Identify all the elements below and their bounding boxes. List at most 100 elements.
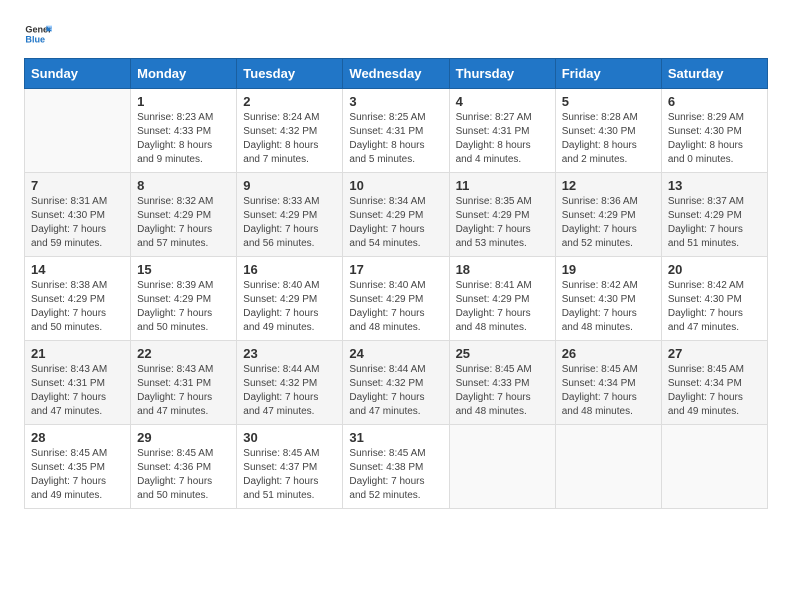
day-cell: 11 Sunrise: 8:35 AMSunset: 4:29 PMDayligh… [449,173,555,257]
day-number: 12 [562,178,655,193]
day-info: Sunrise: 8:28 AMSunset: 4:30 PMDaylight:… [562,111,655,167]
day-info: Sunrise: 8:45 AMSunset: 4:35 PMDaylight:… [31,447,124,503]
weekday-header-friday: Friday [555,59,661,89]
day-number: 5 [562,94,655,109]
day-number: 25 [456,346,549,361]
day-cell [661,425,767,509]
day-number: 27 [668,346,761,361]
day-number: 1 [137,94,230,109]
weekday-header-row: SundayMondayTuesdayWednesdayThursdayFrid… [25,59,768,89]
day-info: Sunrise: 8:29 AMSunset: 4:30 PMDaylight:… [668,111,761,167]
day-cell [449,425,555,509]
day-number: 8 [137,178,230,193]
day-info: Sunrise: 8:45 AMSunset: 4:38 PMDaylight:… [349,447,442,503]
day-info: Sunrise: 8:24 AMSunset: 4:32 PMDaylight:… [243,111,336,167]
day-number: 24 [349,346,442,361]
day-cell: 22 Sunrise: 8:43 AMSunset: 4:31 PMDayligh… [131,341,237,425]
day-cell: 18 Sunrise: 8:41 AMSunset: 4:29 PMDayligh… [449,257,555,341]
weekday-header-thursday: Thursday [449,59,555,89]
day-number: 30 [243,430,336,445]
day-cell: 14 Sunrise: 8:38 AMSunset: 4:29 PMDayligh… [25,257,131,341]
week-row-5: 28 Sunrise: 8:45 AMSunset: 4:35 PMDayligh… [25,425,768,509]
day-number: 4 [456,94,549,109]
week-row-1: 1 Sunrise: 8:23 AMSunset: 4:33 PMDaylight… [25,89,768,173]
day-cell: 24 Sunrise: 8:44 AMSunset: 4:32 PMDayligh… [343,341,449,425]
day-info: Sunrise: 8:31 AMSunset: 4:30 PMDaylight:… [31,195,124,251]
day-cell: 3 Sunrise: 8:25 AMSunset: 4:31 PMDaylight… [343,89,449,173]
day-info: Sunrise: 8:38 AMSunset: 4:29 PMDaylight:… [31,279,124,335]
day-info: Sunrise: 8:35 AMSunset: 4:29 PMDaylight:… [456,195,549,251]
day-info: Sunrise: 8:32 AMSunset: 4:29 PMDaylight:… [137,195,230,251]
day-number: 9 [243,178,336,193]
day-info: Sunrise: 8:41 AMSunset: 4:29 PMDaylight:… [456,279,549,335]
day-info: Sunrise: 8:44 AMSunset: 4:32 PMDaylight:… [349,363,442,419]
day-number: 21 [31,346,124,361]
day-cell: 8 Sunrise: 8:32 AMSunset: 4:29 PMDaylight… [131,173,237,257]
day-number: 16 [243,262,336,277]
weekday-header-sunday: Sunday [25,59,131,89]
day-number: 31 [349,430,442,445]
day-cell: 1 Sunrise: 8:23 AMSunset: 4:33 PMDaylight… [131,89,237,173]
day-info: Sunrise: 8:36 AMSunset: 4:29 PMDaylight:… [562,195,655,251]
day-cell: 12 Sunrise: 8:36 AMSunset: 4:29 PMDayligh… [555,173,661,257]
day-info: Sunrise: 8:40 AMSunset: 4:29 PMDaylight:… [349,279,442,335]
day-info: Sunrise: 8:40 AMSunset: 4:29 PMDaylight:… [243,279,336,335]
day-number: 22 [137,346,230,361]
svg-text:Blue: Blue [25,34,45,44]
day-number: 7 [31,178,124,193]
day-info: Sunrise: 8:37 AMSunset: 4:29 PMDaylight:… [668,195,761,251]
day-cell: 23 Sunrise: 8:44 AMSunset: 4:32 PMDayligh… [237,341,343,425]
day-cell: 30 Sunrise: 8:45 AMSunset: 4:37 PMDayligh… [237,425,343,509]
day-cell: 2 Sunrise: 8:24 AMSunset: 4:32 PMDaylight… [237,89,343,173]
day-number: 11 [456,178,549,193]
day-cell: 6 Sunrise: 8:29 AMSunset: 4:30 PMDaylight… [661,89,767,173]
day-info: Sunrise: 8:45 AMSunset: 4:37 PMDaylight:… [243,447,336,503]
day-number: 15 [137,262,230,277]
day-info: Sunrise: 8:43 AMSunset: 4:31 PMDaylight:… [137,363,230,419]
day-cell: 20Sunrise: 8:42 AMSunset: 4:30 PMDayligh… [661,257,767,341]
day-number: 3 [349,94,442,109]
day-number: 18 [456,262,549,277]
day-cell: 13 Sunrise: 8:37 AMSunset: 4:29 PMDayligh… [661,173,767,257]
day-number: 13 [668,178,761,193]
day-info: Sunrise: 8:43 AMSunset: 4:31 PMDaylight:… [31,363,124,419]
day-info: Sunrise: 8:45 AMSunset: 4:33 PMDaylight:… [456,363,549,419]
day-number: 23 [243,346,336,361]
day-info: Sunrise: 8:45 AMSunset: 4:34 PMDaylight:… [562,363,655,419]
day-number: 14 [31,262,124,277]
day-cell: 7 Sunrise: 8:31 AMSunset: 4:30 PMDaylight… [25,173,131,257]
day-cell [25,89,131,173]
day-cell: 21 Sunrise: 8:43 AMSunset: 4:31 PMDayligh… [25,341,131,425]
day-cell: 16 Sunrise: 8:40 AMSunset: 4:29 PMDayligh… [237,257,343,341]
weekday-header-saturday: Saturday [661,59,767,89]
day-info: Sunrise: 8:27 AMSunset: 4:31 PMDaylight:… [456,111,549,167]
day-cell: 31 Sunrise: 8:45 AMSunset: 4:38 PMDayligh… [343,425,449,509]
day-cell: 5 Sunrise: 8:28 AMSunset: 4:30 PMDaylight… [555,89,661,173]
day-number: 26 [562,346,655,361]
page-header: General Blue [24,20,768,48]
week-row-3: 14 Sunrise: 8:38 AMSunset: 4:29 PMDayligh… [25,257,768,341]
day-cell: 29Sunrise: 8:45 AMSunset: 4:36 PMDayligh… [131,425,237,509]
day-cell: 15 Sunrise: 8:39 AMSunset: 4:29 PMDayligh… [131,257,237,341]
weekday-header-wednesday: Wednesday [343,59,449,89]
weekday-header-monday: Monday [131,59,237,89]
day-cell [555,425,661,509]
day-number: 6 [668,94,761,109]
day-cell: 9Sunrise: 8:33 AMSunset: 4:29 PMDaylight… [237,173,343,257]
day-info: Sunrise: 8:45 AMSunset: 4:34 PMDaylight:… [668,363,761,419]
day-cell: 25 Sunrise: 8:45 AMSunset: 4:33 PMDayligh… [449,341,555,425]
day-cell: 4 Sunrise: 8:27 AMSunset: 4:31 PMDaylight… [449,89,555,173]
week-row-2: 7 Sunrise: 8:31 AMSunset: 4:30 PMDaylight… [25,173,768,257]
day-info: Sunrise: 8:44 AMSunset: 4:32 PMDaylight:… [243,363,336,419]
day-info: Sunrise: 8:23 AMSunset: 4:33 PMDaylight:… [137,111,230,167]
day-info: Sunrise: 8:34 AMSunset: 4:29 PMDaylight:… [349,195,442,251]
day-info: Sunrise: 8:42 AMSunset: 4:30 PMDaylight:… [668,279,761,335]
day-info: Sunrise: 8:45 AMSunset: 4:36 PMDaylight:… [137,447,230,503]
logo-icon: General Blue [24,20,52,48]
day-info: Sunrise: 8:39 AMSunset: 4:29 PMDaylight:… [137,279,230,335]
day-cell: 26 Sunrise: 8:45 AMSunset: 4:34 PMDayligh… [555,341,661,425]
day-number: 10 [349,178,442,193]
day-info: Sunrise: 8:25 AMSunset: 4:31 PMDaylight:… [349,111,442,167]
day-number: 2 [243,94,336,109]
day-number: 28 [31,430,124,445]
